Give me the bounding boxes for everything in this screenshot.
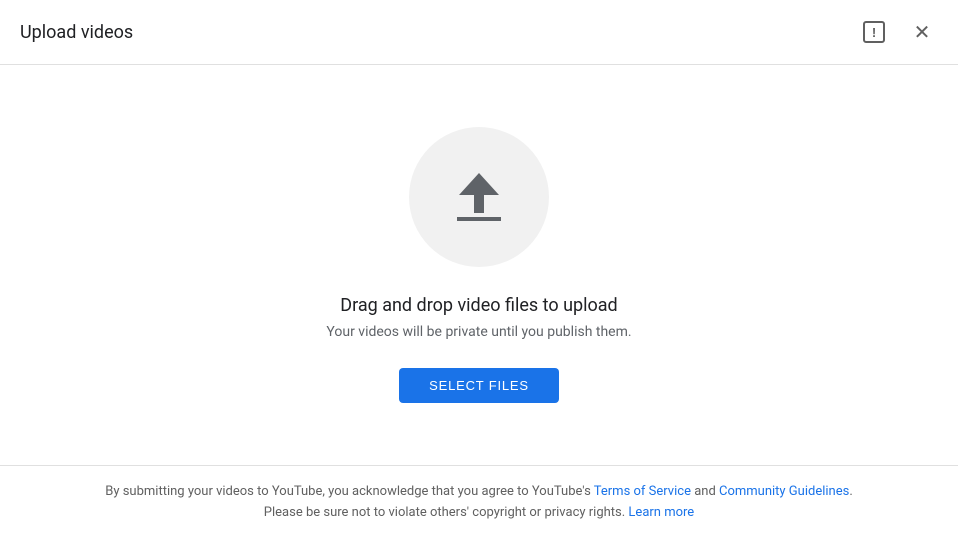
dialog-title: Upload videos [20, 22, 133, 43]
upload-arrow-icon [457, 173, 501, 221]
header-icons: ✕ [858, 16, 938, 48]
close-icon: ✕ [914, 20, 931, 45]
dialog-body: Drag and drop video files to upload Your… [0, 65, 958, 465]
footer-line1: By submitting your videos to YouTube, yo… [20, 482, 938, 503]
arrow-base [457, 217, 501, 221]
footer-line2-prefix: Please be sure not to violate others' co… [264, 505, 625, 520]
upload-main-text: Drag and drop video files to upload [340, 295, 617, 316]
footer-line1-middle: and [691, 484, 719, 499]
close-button[interactable]: ✕ [906, 16, 938, 48]
footer-line1-prefix: By submitting your videos to YouTube, yo… [105, 484, 594, 499]
footer-line1-suffix: . [849, 484, 852, 499]
dialog-header: Upload videos ✕ [0, 0, 958, 65]
select-files-button[interactable]: SELECT FILES [399, 368, 559, 403]
community-guidelines-link[interactable]: Community Guidelines [719, 484, 849, 499]
terms-of-service-link[interactable]: Terms of Service [594, 484, 691, 499]
arrow-up [459, 173, 499, 195]
arrow-stem [474, 195, 484, 213]
dialog-footer: By submitting your videos to YouTube, yo… [0, 465, 958, 548]
upload-videos-dialog: Upload videos ✕ Drag and drop video file… [0, 0, 958, 548]
upload-sub-text: Your videos will be private until you pu… [326, 324, 631, 340]
feedback-button[interactable] [858, 16, 890, 48]
feedback-icon [863, 21, 885, 43]
upload-circle [409, 127, 549, 267]
footer-line2: Please be sure not to violate others' co… [20, 503, 938, 524]
learn-more-link[interactable]: Learn more [628, 505, 694, 520]
